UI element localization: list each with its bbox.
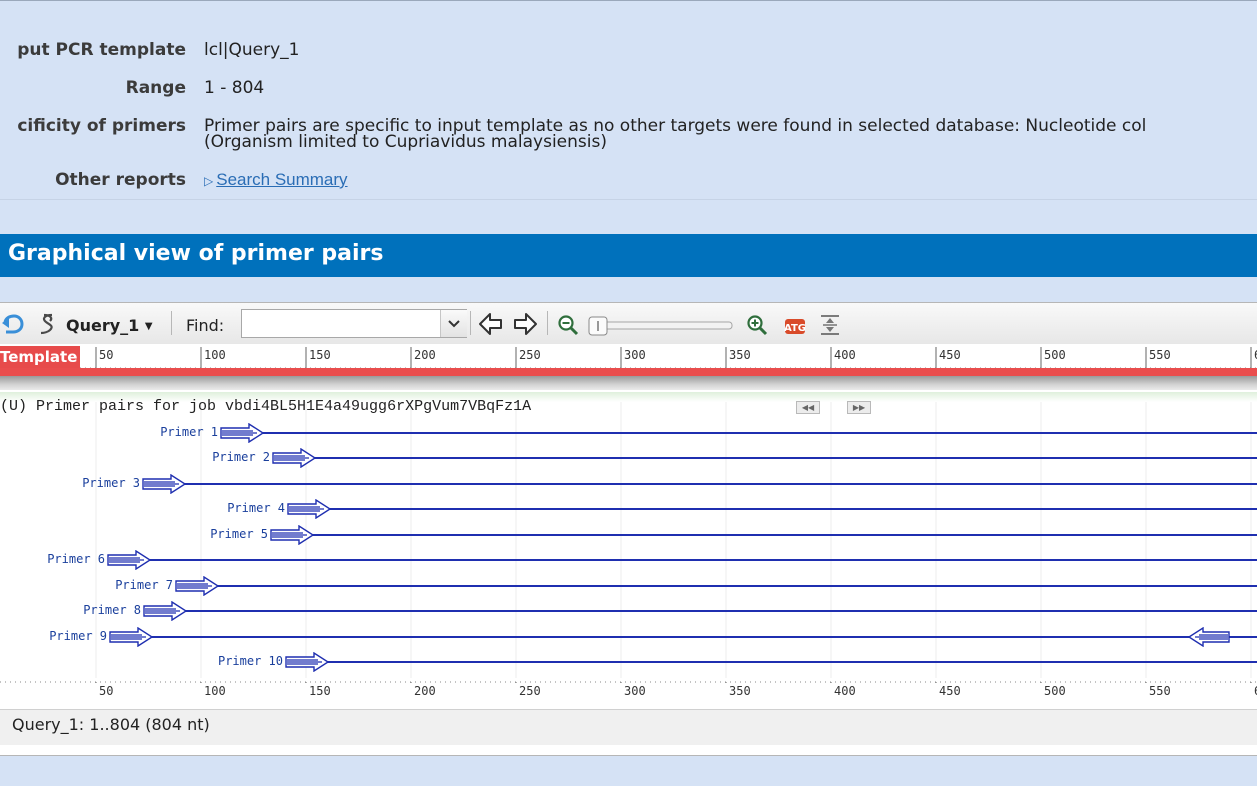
forward-primer-arrow-icon xyxy=(270,525,315,545)
ruler-tick-label: 550 xyxy=(1149,348,1171,362)
ruler-tick-label: 550 xyxy=(1149,684,1171,698)
ruler-tick-label: 100 xyxy=(204,348,226,362)
track-next-button[interactable]: ▶▶ xyxy=(847,401,871,414)
ruler-tick-label: 500 xyxy=(1044,684,1066,698)
ruler-tick-label: 400 xyxy=(834,348,856,362)
zoom-out-icon[interactable] xyxy=(557,314,579,340)
summary-label-range: Range xyxy=(125,78,186,98)
primer-row[interactable] xyxy=(0,499,1257,519)
summary-value-specificity: Primer pairs are specific to input templ… xyxy=(204,118,1146,152)
expand-triangle-icon: ▷ xyxy=(204,174,214,188)
chevron-down-icon: ▼ xyxy=(144,321,153,332)
ruler-tick-label: 200 xyxy=(414,348,436,362)
svg-text:ATG: ATG xyxy=(784,323,806,334)
ruler-tick-label: 350 xyxy=(729,684,751,698)
zoom-in-icon[interactable] xyxy=(746,314,768,340)
ruler-tick-label: 50 xyxy=(99,684,113,698)
forward-primer-arrow-icon xyxy=(142,474,187,494)
forward-primer-arrow-icon xyxy=(107,550,152,570)
ruler-tick-label: 100 xyxy=(204,684,226,698)
template-badge: Template xyxy=(0,346,80,368)
track-prev-button[interactable]: ◀◀ xyxy=(796,401,820,414)
ruler-tick-label: 500 xyxy=(1044,348,1066,362)
top-ruler: 501001502002503003504004505005506 xyxy=(0,344,1257,369)
primer-row[interactable] xyxy=(0,474,1257,494)
ruler-tick-label: 300 xyxy=(624,684,646,698)
ruler-tick-label: 250 xyxy=(519,684,541,698)
summary-label-template: put PCR template xyxy=(17,40,186,60)
find-input[interactable] xyxy=(241,309,467,338)
bottom-ruler: 501001502002503003504004505005506 xyxy=(0,680,1257,705)
next-icon: ▶▶ xyxy=(852,403,866,412)
template-shadow-bar xyxy=(0,376,1257,390)
ruler-tick-label: 150 xyxy=(309,684,331,698)
specificity-line-2: (Organism limited to Cupriavidus malaysi… xyxy=(204,132,607,152)
primer-row[interactable] xyxy=(0,652,1257,672)
section-title: Graphical view of primer pairs xyxy=(8,241,384,266)
reverse-primer-arrow-icon xyxy=(1187,627,1230,647)
undo-icon[interactable] xyxy=(2,314,24,338)
summary-top-border xyxy=(0,0,1257,1)
ruler-tick-label: 150 xyxy=(309,348,331,362)
find-label: Find: xyxy=(186,316,225,335)
bottom-ruler-ticks: 501001502002503003504004505005506 xyxy=(0,681,1257,698)
summary-value-range: 1 - 804 xyxy=(204,78,265,98)
primer-row[interactable] xyxy=(0,627,1257,647)
toolbar-separator xyxy=(547,311,548,335)
forward-primer-arrow-icon xyxy=(220,423,265,443)
forward-primer-arrow-icon xyxy=(109,627,154,647)
sequence-selector-label: Query_1 xyxy=(66,316,140,335)
sequence-selector[interactable]: Query_1 ▼ xyxy=(66,316,153,335)
ruler-tick-label: 450 xyxy=(939,348,961,362)
find-dropdown-button[interactable] xyxy=(440,310,467,337)
toolbar-separator xyxy=(470,311,471,335)
primer-row[interactable] xyxy=(0,423,1257,443)
primer-row[interactable] xyxy=(0,525,1257,545)
summary-value-template: lcl|Query_1 xyxy=(204,40,300,60)
arrow-right-icon[interactable] xyxy=(512,311,538,341)
primer-row[interactable] xyxy=(0,448,1257,468)
forward-primer-arrow-icon xyxy=(285,652,330,672)
primer-row[interactable] xyxy=(0,576,1257,596)
zoom-slider[interactable] xyxy=(588,316,738,336)
forward-primer-arrow-icon xyxy=(143,601,188,621)
forward-primer-arrow-icon xyxy=(287,499,332,519)
summary-label-specificity: cificity of primers xyxy=(17,116,186,136)
search-summary-link[interactable]: ▷ Search Summary xyxy=(204,170,348,189)
sequence-icon xyxy=(38,312,58,340)
ruler-tick-label: 200 xyxy=(414,684,436,698)
primer-row[interactable] xyxy=(0,550,1257,570)
sequence-zoom-icon[interactable]: ATG xyxy=(784,316,806,340)
search-summary-link-text: Search Summary xyxy=(216,170,348,189)
summary-label-other-reports: Other reports xyxy=(55,170,186,190)
arrow-left-icon[interactable] xyxy=(478,311,504,341)
other-reports-value: ▷ Search Summary xyxy=(204,170,348,190)
ruler-tick-label: 450 xyxy=(939,684,961,698)
toolbar-separator xyxy=(171,311,172,335)
ruler-tick-label: 350 xyxy=(729,348,751,362)
ruler-tick-label: 400 xyxy=(834,684,856,698)
status-text: Query_1: 1..804 (804 nt) xyxy=(12,715,210,734)
prev-icon: ◀◀ xyxy=(801,403,815,412)
primer-row[interactable] xyxy=(0,601,1257,621)
ruler-tick-label: 50 xyxy=(99,348,113,362)
fit-view-icon[interactable] xyxy=(819,313,841,341)
forward-primer-arrow-icon xyxy=(272,448,317,468)
forward-primer-arrow-icon xyxy=(175,576,220,596)
chevron-down-icon xyxy=(448,319,460,327)
ruler-tick-label: 300 xyxy=(624,348,646,362)
summary-divider xyxy=(0,199,1257,200)
top-ruler-ticks: 501001502002503003504004505005506 xyxy=(0,347,1257,369)
template-bar xyxy=(0,368,1257,376)
ruler-tick-label: 250 xyxy=(519,348,541,362)
track-title: (U) Primer pairs for job vbdi4BL5H1E4a49… xyxy=(0,398,532,415)
